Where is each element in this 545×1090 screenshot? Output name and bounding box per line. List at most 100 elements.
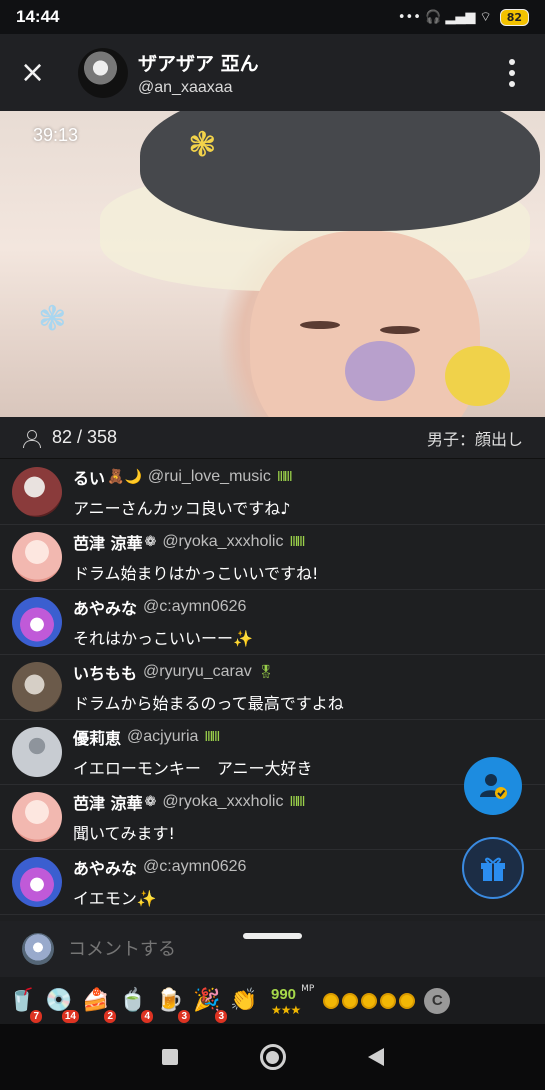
status-icons: ••• 🎧 ▂▄▆ ⌔ 82	[397, 8, 529, 26]
rank-badge-icon: 🎖	[257, 664, 274, 680]
coin-shop-icon[interactable]: C	[424, 987, 451, 1014]
host-name: ザアザア 亞ん	[138, 52, 259, 75]
rank-badge-icon: ⅢⅢ	[204, 729, 220, 745]
gift-beer-icon[interactable]: 🍺 3	[156, 985, 190, 1023]
coin-icon	[361, 992, 378, 1009]
commenter-name: いちもも	[73, 664, 138, 683]
rank-badge-icon: ⅢⅢ	[289, 794, 305, 810]
gift-drink-icon[interactable]: 🥤 7	[8, 985, 42, 1023]
commenter-avatar[interactable]	[12, 792, 62, 842]
comment-text: それはかっこいいーー✨	[73, 629, 253, 648]
close-icon[interactable]: ×	[20, 57, 70, 88]
host-info[interactable]: ザアザア 亞ん @an_xaaxaa	[138, 49, 259, 97]
gift-party-popper-icon[interactable]: 🎉 3	[193, 985, 227, 1023]
viewer-bar: 82 / 358 男子：顔出し	[0, 417, 545, 459]
commenter-handle: @ryoka_xxxholic	[162, 793, 284, 810]
flower-sticker-icon: ❃	[38, 299, 67, 339]
flower-sticker-icon: ❃	[188, 125, 217, 165]
stream-timer: 39:13	[33, 125, 79, 145]
commenter-name: あやみな	[73, 599, 138, 618]
back-icon[interactable]	[367, 1048, 384, 1066]
gift-count: 4	[141, 1009, 153, 1023]
comment-text: ドラム始まりはかっこいいですね!	[73, 564, 319, 583]
name-emoji: ❁	[144, 794, 157, 810]
comment-text: イエローモンキー アニー大好き	[73, 759, 313, 778]
mp-value: 990	[271, 986, 297, 1003]
gift-count: 2	[104, 1009, 116, 1023]
default-avatar-icon[interactable]	[12, 727, 62, 777]
gift-icon	[481, 857, 505, 881]
stream-title: 男子：顔出し	[426, 429, 523, 449]
comment-item[interactable]: あやみな @c:aymn0626 それはかっこいいーー✨	[0, 590, 545, 655]
more-options-icon[interactable]	[509, 58, 515, 87]
gift-count: 14	[61, 1009, 79, 1023]
name-emoji: 🧸🌙	[107, 469, 142, 485]
commenter-avatar[interactable]	[12, 662, 62, 712]
system-nav-bar	[0, 1024, 545, 1090]
stream-header: × ザアザア 亞ん @an_xaaxaa	[0, 34, 545, 111]
drawer-handle[interactable]	[243, 933, 302, 939]
commenter-name: 芭津 涼華	[73, 534, 143, 553]
host-avatar[interactable]	[78, 47, 128, 98]
comment-list[interactable]: るい 🧸🌙 @rui_love_music ⅢⅢ アニーさんカッコ良いですね♪ …	[0, 460, 545, 918]
commenter-handle: @acjyuria	[127, 728, 199, 745]
bunny-sticker-yellow	[445, 346, 510, 406]
follow-user-button[interactable]	[464, 757, 522, 815]
name-emoji: ❁	[144, 534, 157, 550]
comment-item[interactable]: いちもも @ryuryu_carav 🎖 ドラムから始まるのって最高ですよね	[0, 655, 545, 720]
rank-badge-icon: ⅢⅢ	[289, 534, 305, 550]
commenter-avatar[interactable]	[12, 857, 62, 907]
host-handle: @an_xaaxaa	[138, 78, 233, 96]
commenter-handle: @rui_love_music	[147, 468, 271, 485]
viewer-count: 82 / 358	[52, 427, 118, 447]
viewers-icon	[22, 429, 41, 448]
gift-button[interactable]	[462, 837, 524, 899]
gift-count: 3	[215, 1009, 227, 1023]
live-video[interactable]: ❃ ❃ 39:13	[0, 111, 545, 417]
commenter-avatar[interactable]	[12, 532, 62, 582]
comment-item[interactable]: 優莉恵 @acjyuria ⅢⅢ イエローモンキー アニー大好き	[0, 720, 545, 785]
gift-cake-icon[interactable]: 🍰 2	[82, 985, 116, 1023]
comment-bar	[0, 921, 545, 977]
clap-icon[interactable]: 👏	[230, 985, 258, 1017]
gift-count: 3	[178, 1009, 190, 1023]
commenter-name: あやみな	[73, 859, 138, 878]
battery-icon: 82	[499, 8, 529, 26]
commenter-handle: @ryoka_xxxholic	[162, 533, 284, 550]
comment-item[interactable]: 芭津 涼華 ❁ @ryoka_xxxholic ⅢⅢ 聞いてみます!	[0, 785, 545, 850]
commenter-name: 優莉恵	[73, 729, 122, 748]
my-avatar	[22, 933, 54, 965]
commenter-name: 芭津 涼華	[73, 794, 143, 813]
recent-apps-icon[interactable]	[161, 1049, 178, 1065]
gift-count: 7	[30, 1009, 42, 1023]
coin-icon	[342, 992, 359, 1009]
comment-item[interactable]: るい 🧸🌙 @rui_love_music ⅢⅢ アニーさんカッコ良いですね♪	[0, 460, 545, 525]
commenter-avatar[interactable]	[12, 467, 62, 517]
commenter-handle: @c:aymn0626	[143, 858, 247, 875]
bunny-sticker-pink	[345, 341, 415, 401]
rank-badge-icon: ⅢⅢ	[276, 469, 293, 485]
signal-icons: ••• 🎧 ▂▄▆ ⌔	[397, 10, 492, 25]
coin-icon	[323, 992, 340, 1009]
status-bar: 14:44 ••• 🎧 ▂▄▆ ⌔ 82	[0, 0, 545, 34]
comment-text: イエモン✨	[73, 889, 157, 908]
mp-stars-icon: ★★★	[271, 1003, 301, 1017]
comment-item[interactable]: 芭津 涼華 ❁ @ryoka_xxxholic ⅢⅢ ドラム始まりはかっこいいで…	[0, 525, 545, 590]
home-icon[interactable]	[259, 1044, 286, 1070]
comment-input[interactable]	[68, 938, 368, 960]
status-time: 14:44	[16, 7, 60, 26]
commenter-handle: @c:aymn0626	[143, 598, 247, 615]
gift-disc-icon[interactable]: 💿 14	[45, 985, 79, 1023]
mp-indicator[interactable]: 990 MP ★★★	[271, 984, 314, 1017]
coin-meter[interactable]	[323, 992, 416, 1009]
comment-text: ドラムから始まるのって最高ですよね	[73, 694, 344, 713]
coin-icon	[380, 992, 397, 1009]
commenter-avatar[interactable]	[12, 597, 62, 647]
commenter-name: るい	[73, 469, 106, 488]
gift-bar: 🥤 7 💿 14 🍰 2 🍵 4 🍺 3 🎉 3 👏 990 MP ★★★ C	[0, 977, 545, 1024]
comment-text: 聞いてみます!	[73, 824, 175, 843]
gift-tea-icon[interactable]: 🍵 4	[119, 985, 153, 1023]
commenter-handle: @ryuryu_carav	[143, 663, 252, 680]
user-check-icon	[480, 774, 507, 799]
coin-icon	[399, 992, 416, 1009]
